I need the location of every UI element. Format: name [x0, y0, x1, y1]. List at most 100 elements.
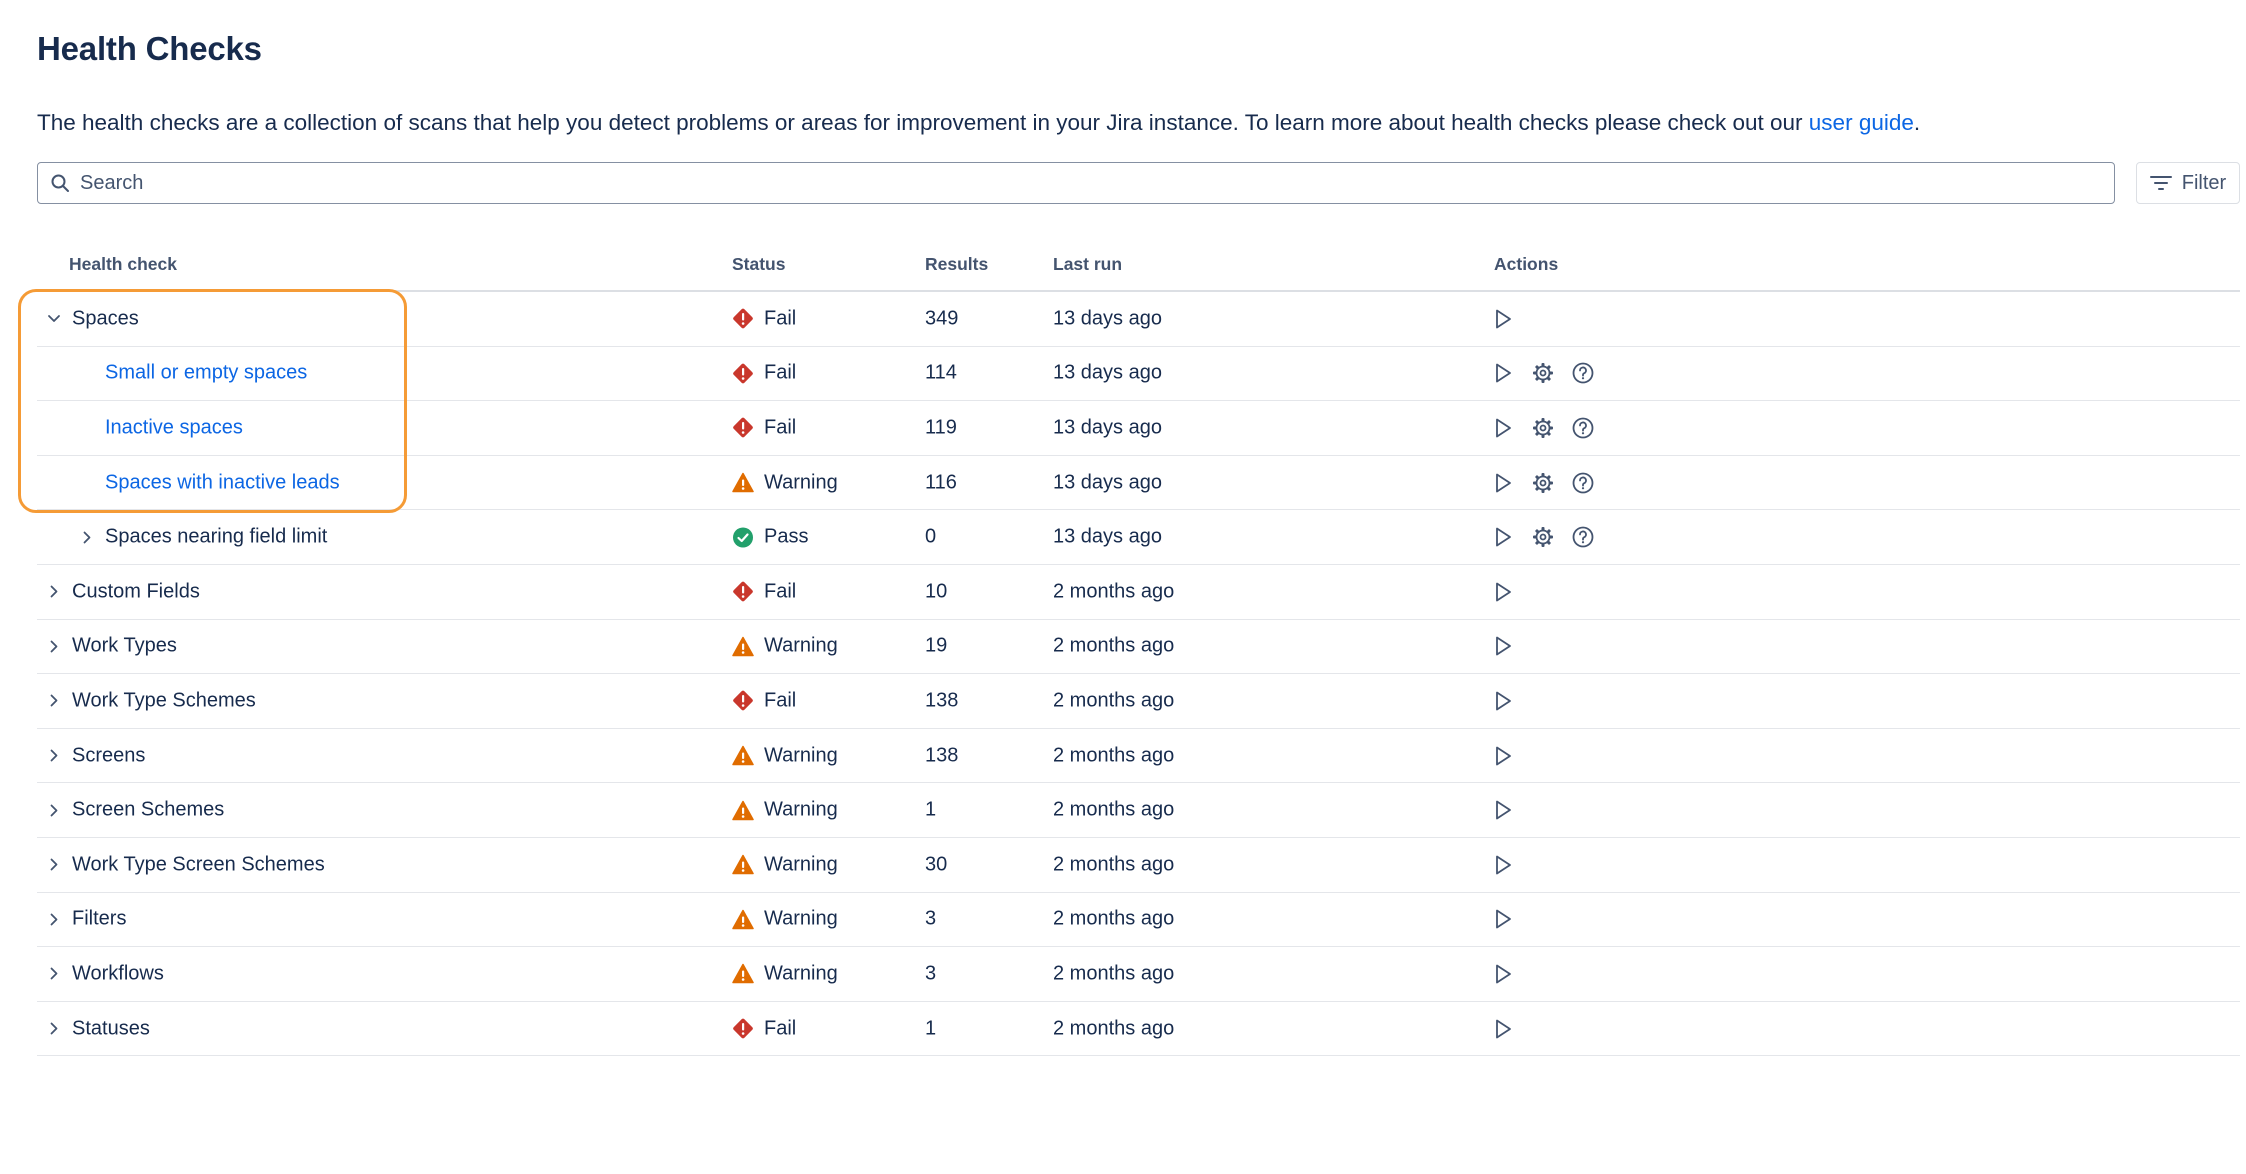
settings-button[interactable] — [1531, 361, 1555, 385]
actions-cell — [1491, 744, 1515, 768]
question-circle-icon — [1572, 417, 1594, 439]
health-check-name-cell: Custom Fields — [46, 580, 200, 603]
column-header-last-run[interactable]: Last run — [1053, 254, 1122, 275]
column-header-status[interactable]: Status — [732, 254, 785, 275]
run-check-button[interactable] — [1491, 1017, 1515, 1041]
chevron-right-icon — [50, 968, 58, 980]
run-check-button[interactable] — [1491, 689, 1515, 713]
status-label: Warning — [764, 634, 838, 657]
expand-toggle[interactable] — [46, 911, 62, 927]
status-badge: Warning — [732, 908, 838, 931]
expand-toggle[interactable] — [46, 966, 62, 982]
run-check-button[interactable] — [1491, 471, 1515, 495]
question-circle-icon — [1572, 472, 1594, 493]
error-diamond-icon — [733, 581, 753, 602]
help-button[interactable] — [1571, 525, 1595, 549]
results-count: 10 — [925, 580, 948, 603]
play-icon — [1496, 800, 1511, 820]
run-check-button[interactable] — [1491, 361, 1515, 385]
run-check-button[interactable] — [1491, 307, 1515, 331]
expand-toggle[interactable] — [79, 529, 95, 545]
expand-toggle[interactable] — [46, 748, 62, 764]
table-row: Screen Schemes Warning 1 2 months ago — [37, 783, 2240, 838]
table-row: Custom Fields Fail 10 2 months ago — [37, 565, 2240, 620]
run-check-button[interactable] — [1491, 580, 1515, 604]
settings-button[interactable] — [1531, 525, 1555, 549]
warning-triangle-icon — [732, 745, 754, 766]
health-check-name-cell: Work Type Schemes — [46, 689, 256, 712]
actions-cell — [1491, 853, 1515, 877]
column-header-results[interactable]: Results — [925, 254, 988, 275]
chevron-down-icon — [48, 315, 60, 323]
health-check-name-cell: Inactive spaces — [105, 416, 243, 439]
expand-toggle[interactable] — [46, 638, 62, 654]
expand-toggle[interactable] — [46, 802, 62, 818]
help-button[interactable] — [1571, 361, 1595, 385]
health-check-name-cell: Spaces with inactive leads — [105, 471, 340, 494]
play-icon — [1496, 691, 1511, 711]
health-check-name: Spaces — [72, 307, 139, 330]
results-count: 0 — [925, 525, 937, 548]
actions-cell — [1491, 580, 1515, 604]
results-count: 1 — [925, 798, 937, 821]
health-check-name-cell: Spaces nearing field limit — [79, 526, 327, 549]
filter-button[interactable]: Filter — [2136, 162, 2240, 204]
actions-cell — [1491, 689, 1515, 713]
chevron-right-icon — [50, 1022, 58, 1035]
run-check-button[interactable] — [1491, 744, 1515, 768]
run-check-button[interactable] — [1491, 853, 1515, 877]
results-count: 116 — [925, 471, 957, 494]
health-check-name: Work Types — [72, 634, 177, 657]
play-icon — [1496, 527, 1511, 547]
status-badge: Fail — [732, 689, 796, 712]
actions-cell — [1491, 634, 1515, 658]
play-icon — [1496, 1019, 1511, 1038]
expand-toggle[interactable] — [46, 1021, 62, 1037]
expand-toggle[interactable] — [46, 311, 62, 327]
status-badge: Fail — [732, 416, 796, 439]
last-run-time: 2 months ago — [1053, 689, 1175, 712]
results-count: 3 — [925, 962, 937, 985]
column-header-health-check[interactable]: Health check — [69, 254, 177, 275]
settings-button[interactable] — [1531, 416, 1555, 440]
health-check-link[interactable]: Inactive spaces — [105, 416, 243, 439]
table-row: Workflows Warning 3 2 months ago — [37, 947, 2240, 1002]
expand-toggle[interactable] — [46, 584, 62, 600]
warning-triangle-icon — [732, 636, 754, 657]
search-input[interactable] — [80, 171, 2080, 195]
run-check-button[interactable] — [1491, 416, 1515, 440]
run-check-button[interactable] — [1491, 907, 1515, 931]
gear-icon — [1533, 363, 1553, 384]
status-badge: Warning — [732, 471, 838, 494]
expand-toggle[interactable] — [46, 857, 62, 873]
run-check-button[interactable] — [1491, 634, 1515, 658]
run-check-button[interactable] — [1491, 525, 1515, 549]
last-run-time: 13 days ago — [1053, 307, 1162, 330]
health-checks-table: Health check Status Results Last run Act… — [37, 242, 2240, 1057]
status-label: Warning — [764, 744, 838, 767]
health-check-name: Filters — [72, 907, 127, 930]
gear-icon — [1533, 472, 1553, 493]
run-check-button[interactable] — [1491, 962, 1515, 986]
user-guide-link[interactable]: user guide — [1809, 110, 1914, 135]
status-badge: Fail — [732, 1017, 796, 1040]
question-circle-icon — [1572, 362, 1594, 384]
help-button[interactable] — [1571, 416, 1595, 440]
run-check-button[interactable] — [1491, 798, 1515, 822]
play-icon — [1496, 909, 1511, 929]
expand-toggle[interactable] — [46, 693, 62, 709]
settings-button[interactable] — [1531, 471, 1555, 495]
help-button[interactable] — [1571, 471, 1595, 495]
results-count: 349 — [925, 307, 959, 330]
search-box[interactable] — [37, 162, 2115, 204]
health-check-link[interactable]: Small or empty spaces — [105, 362, 307, 385]
status-label: Warning — [764, 907, 838, 930]
results-count: 1 — [925, 1017, 937, 1040]
page-title: Health Checks — [37, 30, 262, 67]
health-check-link[interactable]: Spaces with inactive leads — [105, 471, 340, 494]
actions-cell — [1491, 962, 1515, 986]
filter-lines-icon — [2149, 176, 2172, 190]
last-run-time: 2 months ago — [1053, 744, 1175, 767]
status-badge: Fail — [732, 362, 796, 385]
status-label: Fail — [764, 1017, 797, 1040]
